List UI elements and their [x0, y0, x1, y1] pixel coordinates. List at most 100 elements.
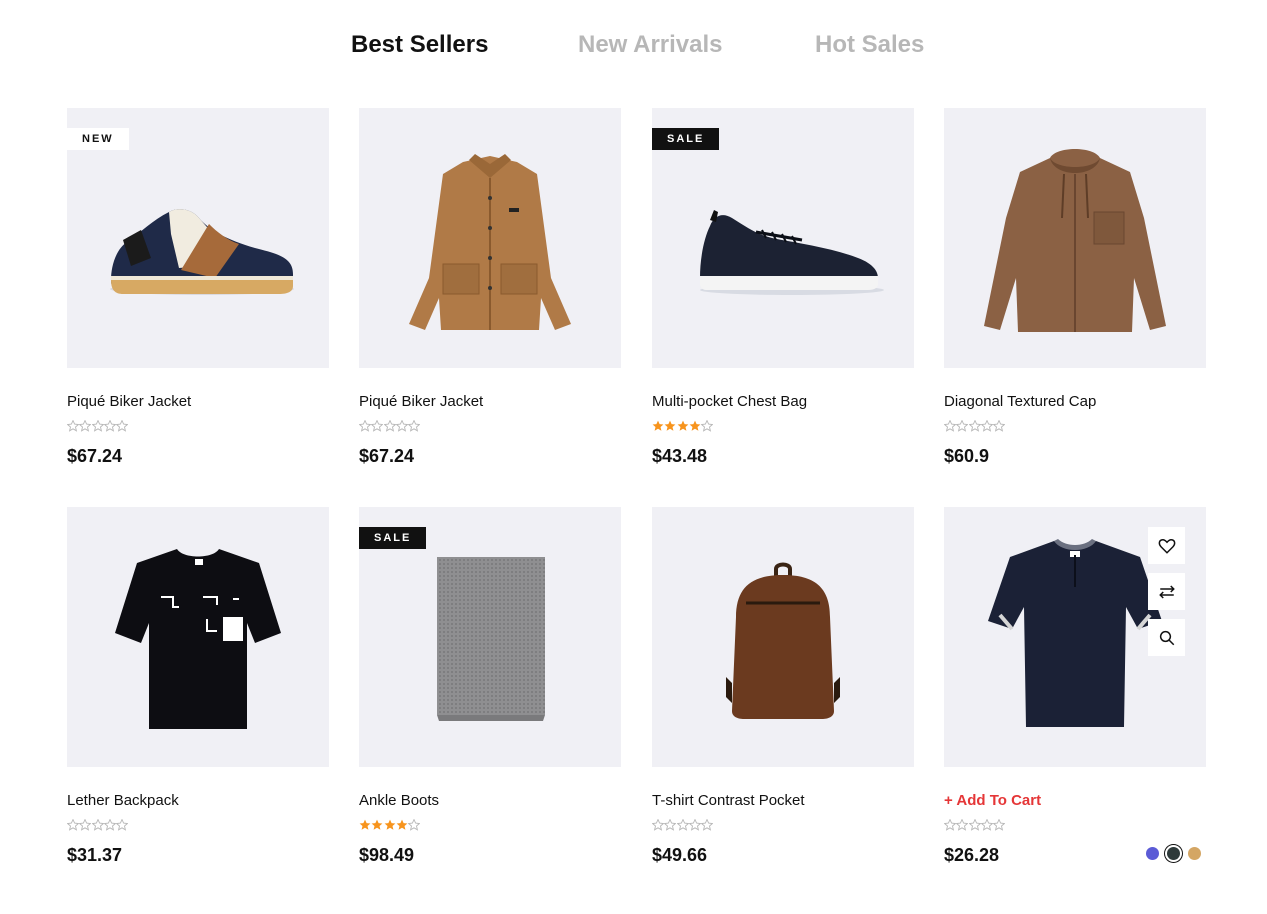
- star-empty-icon: [980, 420, 993, 432]
- tab-best-sellers[interactable]: Best Sellers: [351, 29, 488, 61]
- rating-stars: [652, 819, 714, 833]
- heart-icon: [1158, 538, 1175, 554]
- hoodie-icon: [984, 149, 1166, 332]
- product-price: $49.66: [652, 845, 708, 865]
- color-swatch[interactable]: [1146, 847, 1159, 860]
- star-empty-icon: [359, 420, 371, 432]
- star-empty-icon: [103, 819, 116, 831]
- star-filled-icon: [359, 819, 371, 830]
- star-empty-icon: [408, 420, 421, 432]
- product-card: NEW Piqué Biker Jacket $67.24: [67, 108, 329, 466]
- wishlist-button[interactable]: [1148, 527, 1185, 564]
- product-image[interactable]: SALE: [359, 507, 621, 767]
- star-filled-icon: [664, 420, 676, 431]
- star-empty-icon: [67, 819, 79, 831]
- product-card: SALE Multi-pocket Chest Bag $43.48: [652, 108, 914, 466]
- product-card: Lether Backpack $31.37: [67, 507, 329, 865]
- rating-stars: [359, 420, 421, 434]
- rating-stars: [359, 819, 421, 833]
- star-empty-icon: [980, 819, 993, 831]
- product-price: $67.24: [359, 446, 415, 466]
- search-icon: [1159, 630, 1174, 645]
- rating-stars: [67, 420, 129, 434]
- star-empty-icon: [944, 819, 956, 831]
- star-empty-icon: [116, 819, 129, 831]
- product-price: $31.37: [67, 845, 123, 865]
- star-empty-icon: [701, 819, 714, 831]
- product-card: Diagonal Textured Cap $60.9: [944, 108, 1206, 466]
- tab-hot-sales[interactable]: Hot Sales: [815, 29, 924, 61]
- star-empty-icon: [103, 420, 116, 432]
- rating-stars: [944, 420, 1006, 434]
- product-name[interactable]: Diagonal Textured Cap: [944, 393, 1096, 410]
- star-empty-icon: [91, 819, 104, 831]
- tshirt-icon: [115, 549, 281, 729]
- sale-badge: SALE: [359, 527, 427, 549]
- color-swatches: [1146, 847, 1202, 861]
- star-empty-icon: [383, 420, 396, 432]
- product-image[interactable]: [67, 507, 329, 767]
- rating-stars: [67, 819, 129, 833]
- star-filled-icon: [652, 420, 664, 431]
- product-card: T-shirt Contrast Pocket $49.66: [652, 507, 914, 865]
- product-card: + Add To Cart $26.28: [944, 507, 1206, 865]
- product-filter-tabs: Best Sellers New Arrivals Hot Sales: [0, 29, 1267, 63]
- sale-badge: SALE: [652, 128, 720, 150]
- product-image[interactable]: [652, 507, 914, 767]
- star-filled-icon: [371, 819, 383, 830]
- product-image[interactable]: NEW: [67, 108, 329, 368]
- star-filled-icon: [396, 819, 408, 830]
- product-price: $43.48: [652, 446, 708, 466]
- star-empty-icon: [79, 819, 92, 831]
- star-empty-icon: [993, 420, 1006, 432]
- star-empty-icon: [664, 819, 677, 831]
- product-image[interactable]: [944, 507, 1206, 767]
- star-empty-icon: [408, 819, 421, 831]
- product-card: SALE Ankle Boots $98.49: [359, 507, 621, 865]
- star-empty-icon: [956, 420, 969, 432]
- product-name[interactable]: Ankle Boots: [359, 792, 439, 809]
- product-card: Piqué Biker Jacket $67.24: [359, 108, 621, 466]
- star-empty-icon: [79, 420, 92, 432]
- compare-button[interactable]: [1148, 573, 1185, 610]
- new-badge: NEW: [67, 128, 129, 150]
- product-name[interactable]: Piqué Biker Jacket: [359, 393, 483, 410]
- rating-stars: [652, 420, 714, 434]
- jacket-icon: [409, 154, 571, 330]
- color-swatch[interactable]: [1188, 847, 1201, 860]
- star-empty-icon: [676, 819, 689, 831]
- tab-new-arrivals[interactable]: New Arrivals: [578, 29, 723, 61]
- star-empty-icon: [701, 420, 714, 432]
- quick-view-button[interactable]: [1148, 619, 1185, 656]
- product-name[interactable]: Lether Backpack: [67, 792, 179, 809]
- product-price: $60.9: [944, 446, 990, 466]
- star-empty-icon: [944, 420, 956, 432]
- product-image[interactable]: [359, 108, 621, 368]
- product-price: $98.49: [359, 845, 415, 865]
- star-empty-icon: [993, 819, 1006, 831]
- product-price: $26.28: [944, 845, 1000, 865]
- star-empty-icon: [652, 819, 664, 831]
- star-empty-icon: [956, 819, 969, 831]
- star-empty-icon: [395, 420, 408, 432]
- star-empty-icon: [968, 819, 981, 831]
- star-empty-icon: [67, 420, 79, 432]
- star-empty-icon: [371, 420, 384, 432]
- compare-icon: [1158, 584, 1175, 599]
- rating-stars: [944, 819, 1006, 833]
- star-empty-icon: [116, 420, 129, 432]
- product-name[interactable]: Multi-pocket Chest Bag: [652, 393, 807, 410]
- star-filled-icon: [677, 420, 688, 431]
- star-empty-icon: [91, 420, 104, 432]
- product-name[interactable]: Piqué Biker Jacket: [67, 393, 191, 410]
- color-swatch[interactable]: [1167, 847, 1180, 860]
- star-filled-icon: [689, 420, 701, 431]
- add-to-cart-link[interactable]: + Add To Cart: [944, 792, 1041, 809]
- product-image[interactable]: [944, 108, 1206, 368]
- star-empty-icon: [968, 420, 981, 432]
- star-filled-icon: [384, 819, 395, 830]
- backpack-icon: [726, 562, 840, 719]
- product-name[interactable]: T-shirt Contrast Pocket: [652, 792, 805, 809]
- product-image[interactable]: SALE: [652, 108, 914, 368]
- product-price: $67.24: [67, 446, 123, 466]
